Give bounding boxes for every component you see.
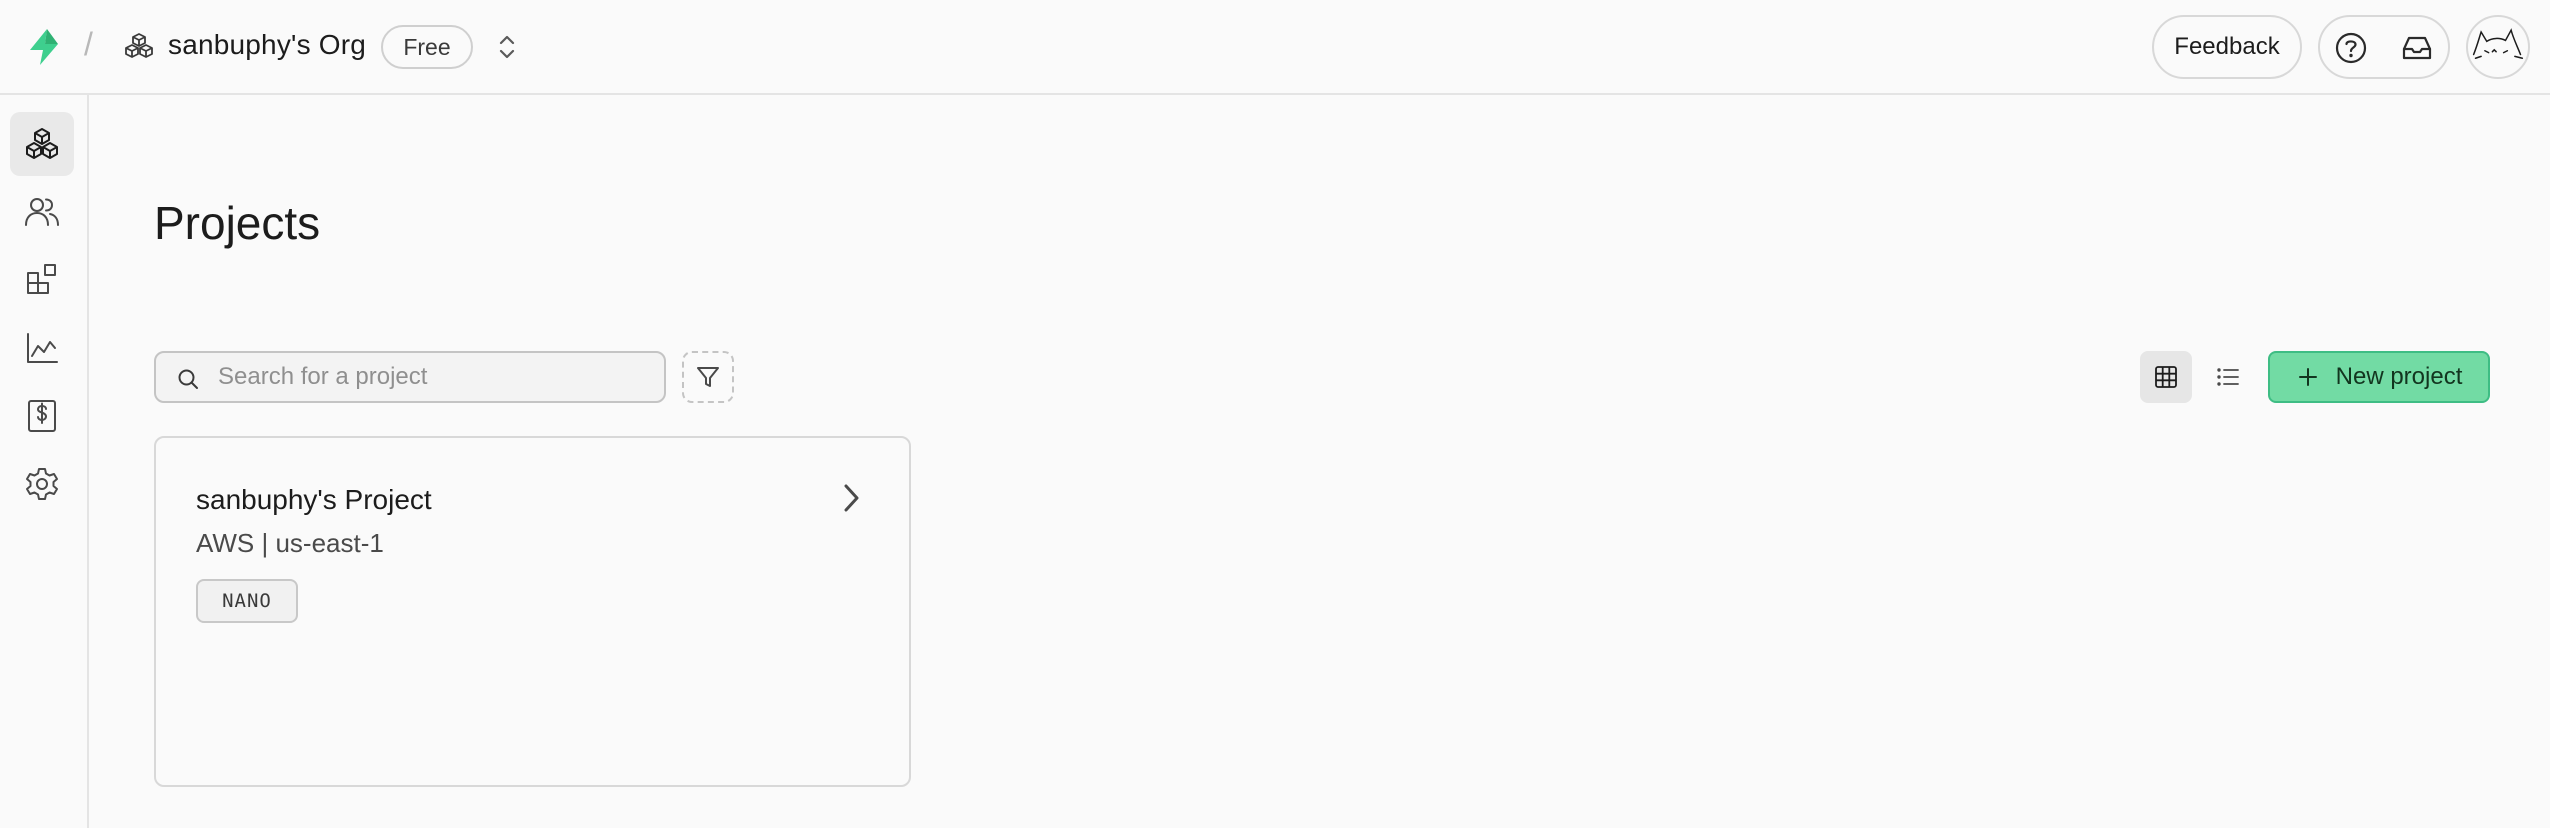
billing-dollar-icon bbox=[28, 400, 56, 432]
plan-badge: Free bbox=[381, 25, 473, 69]
top-bar: / sanbuphy's Org Free Feedback bbox=[0, 0, 2550, 95]
plus-icon bbox=[2298, 368, 2317, 386]
org-cubes-icon bbox=[125, 33, 153, 58]
project-tier-badge: NANO bbox=[196, 579, 298, 623]
usage-chart-icon bbox=[27, 333, 58, 363]
filter-button[interactable] bbox=[682, 351, 734, 403]
search-box[interactable] bbox=[154, 351, 666, 403]
projects-cubes-icon bbox=[26, 128, 58, 159]
team-users-icon bbox=[25, 198, 59, 226]
sidebar-item-team[interactable] bbox=[10, 180, 74, 244]
search-input[interactable] bbox=[218, 357, 648, 397]
supabase-logo-icon[interactable] bbox=[24, 27, 64, 67]
list-view-toggle[interactable] bbox=[2202, 351, 2254, 403]
grid-icon bbox=[2155, 366, 2177, 388]
list-icon bbox=[2217, 368, 2239, 386]
search-icon bbox=[178, 369, 198, 389]
project-card[interactable]: sanbuphy's Project AWS | us-east-1 NANO bbox=[154, 436, 911, 787]
sidebar bbox=[0, 95, 89, 828]
grid-view-toggle[interactable] bbox=[2140, 351, 2192, 403]
settings-gear-icon bbox=[26, 468, 58, 500]
chevron-up-down-icon[interactable] bbox=[494, 33, 520, 61]
org-name[interactable]: sanbuphy's Org bbox=[168, 29, 366, 61]
cat-avatar-icon[interactable] bbox=[2466, 15, 2530, 79]
chevron-right-icon[interactable] bbox=[836, 480, 866, 516]
inbox-icon[interactable] bbox=[2400, 31, 2434, 65]
help-circle-icon[interactable] bbox=[2334, 31, 2368, 65]
sidebar-item-integrations[interactable] bbox=[10, 248, 74, 312]
project-region: AWS | us-east-1 bbox=[196, 528, 384, 558]
sidebar-item-billing[interactable] bbox=[10, 384, 74, 448]
integrations-blocks-icon bbox=[27, 264, 56, 294]
breadcrumb-separator: / bbox=[84, 26, 93, 62]
filter-funnel-icon bbox=[697, 367, 719, 387]
header-icon-group bbox=[2318, 15, 2450, 79]
project-name: sanbuphy's Project bbox=[196, 484, 432, 515]
sidebar-item-settings[interactable] bbox=[10, 452, 74, 516]
new-project-button[interactable]: New project bbox=[2268, 351, 2490, 403]
new-project-label: New project bbox=[2335, 363, 2463, 390]
page-title: Projects bbox=[154, 197, 321, 249]
sidebar-item-projects[interactable] bbox=[10, 112, 74, 176]
feedback-button[interactable]: Feedback bbox=[2152, 15, 2302, 79]
sidebar-item-usage[interactable] bbox=[10, 316, 74, 380]
